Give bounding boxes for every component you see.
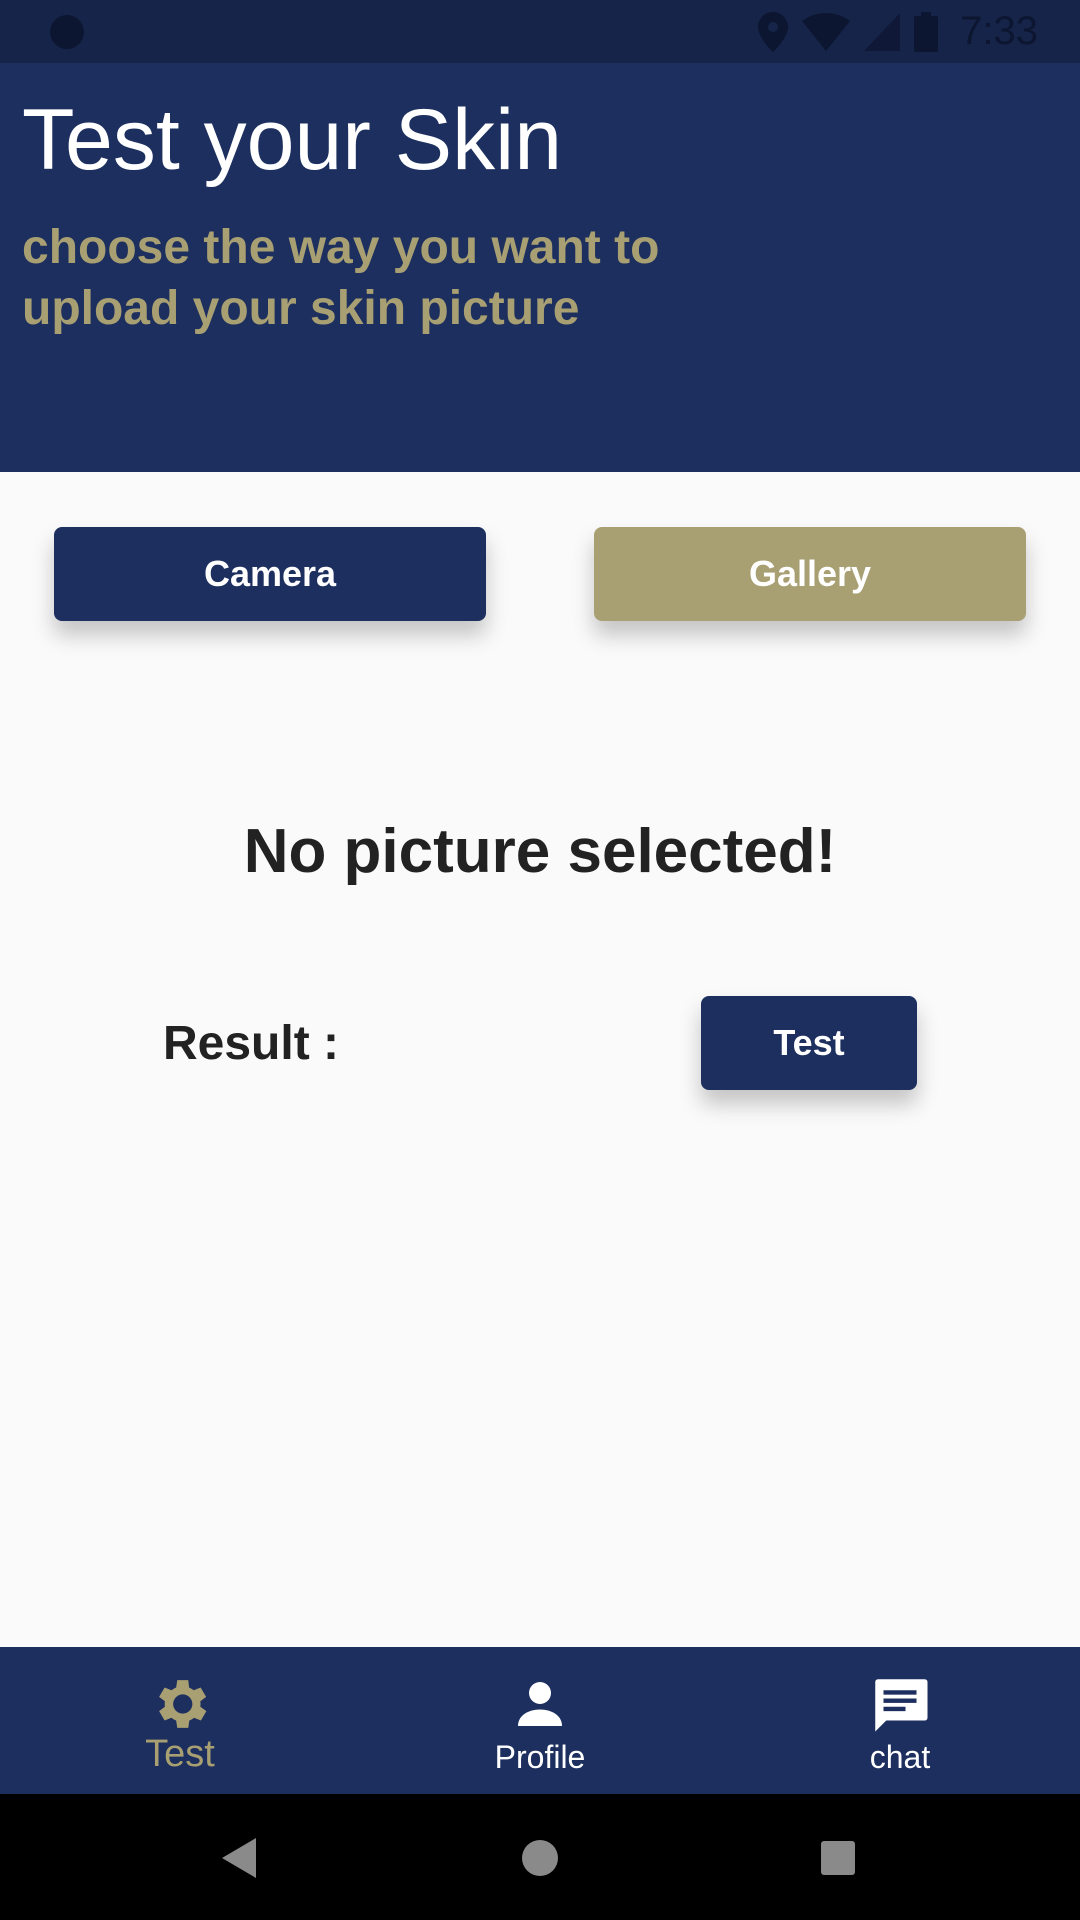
nav-item-test[interactable]: Test	[0, 1647, 360, 1794]
battery-icon	[914, 11, 939, 52]
location-icon	[758, 11, 789, 52]
status-icons: 7:33	[758, 0, 1038, 63]
no-picture-message: No picture selected!	[243, 817, 837, 886]
nav-label-chat: chat	[869, 1739, 931, 1775]
status-bar: 7:33	[0, 0, 1080, 63]
back-icon[interactable]	[222, 1838, 258, 1878]
chat-icon	[875, 1679, 928, 1732]
header: Test your Skin choose the way you want t…	[0, 63, 1080, 472]
bottom-nav: Test Profile chat	[0, 1647, 1080, 1794]
wifi-icon	[802, 12, 851, 51]
result-label: Result :	[163, 1017, 340, 1070]
test-button[interactable]: Test	[701, 996, 917, 1090]
screen: 7:33 Test your Skin choose the way you w…	[0, 0, 1080, 1920]
gear-icon	[159, 1680, 207, 1728]
recent-apps-icon[interactable]	[821, 1841, 855, 1875]
gallery-button[interactable]: Gallery	[594, 527, 1026, 621]
nav-item-profile[interactable]: Profile	[360, 1647, 720, 1794]
status-time: 7:33	[960, 9, 1038, 53]
home-icon[interactable]	[522, 1840, 558, 1876]
nav-label-profile: Profile	[494, 1739, 586, 1775]
notification-dot-icon	[50, 15, 84, 49]
camera-button[interactable]: Camera	[54, 527, 486, 621]
page-subtitle: choose the way you want to upload your s…	[22, 221, 660, 335]
nav-label-test: Test	[145, 1733, 215, 1775]
signal-icon	[864, 12, 901, 51]
nav-item-chat[interactable]: chat	[720, 1647, 1080, 1794]
person-icon	[518, 1682, 562, 1726]
page-title: Test your Skin	[22, 92, 563, 188]
